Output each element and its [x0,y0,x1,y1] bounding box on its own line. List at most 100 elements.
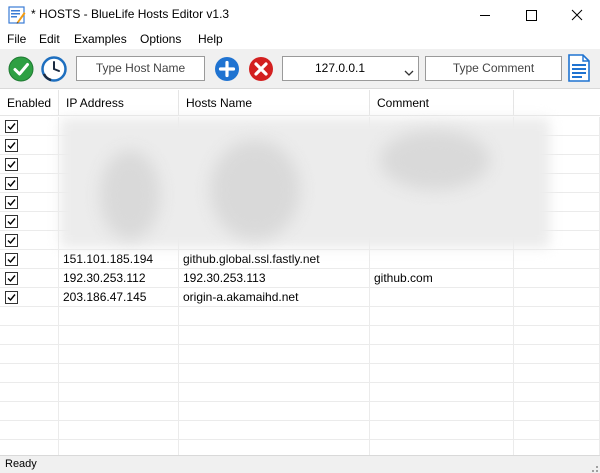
table-header: Enabled IP Address Hosts Name Comment [0,90,600,116]
table-row[interactable]: 203.186.47.145 origin-a.akamaihd.net [0,288,600,307]
empty-row [0,440,600,455]
column-enabled[interactable]: Enabled [0,90,59,116]
empty-row [0,421,600,440]
menu-help[interactable]: Help [198,32,223,46]
enabled-checkbox[interactable] [5,120,18,133]
empty-cell [514,307,600,326]
empty-cell [514,269,600,288]
table-row[interactable]: 192.30.253.112 192.30.253.113 github.com [0,269,600,288]
title-bar: * HOSTS - BlueLife Hosts Editor v1.3 [0,0,600,30]
enabled-checkbox[interactable] [5,253,18,266]
empty-cell [0,383,59,402]
comment-cell [370,250,514,269]
host-name-cell: github.global.ssl.fastly.net [179,250,370,269]
empty-cell [59,326,179,345]
empty-cell [370,307,514,326]
empty-cell [514,288,600,307]
empty-cell [514,326,600,345]
empty-cell [0,326,59,345]
enabled-cell [0,231,59,250]
ip-address-cell: 151.101.185.194 [59,250,179,269]
empty-cell [179,421,370,440]
enabled-checkbox[interactable] [5,291,18,304]
empty-cell [179,307,370,326]
checkmark-icon [7,180,16,188]
window-title: * HOSTS - BlueLife Hosts Editor v1.3 [31,7,230,21]
column-hosts-name[interactable]: Hosts Name [179,90,370,116]
menu-bar: File Edit Examples Options Help [0,30,600,49]
menu-file[interactable]: File [7,32,26,46]
checkmark-icon [7,256,16,264]
enabled-checkbox[interactable] [5,158,18,171]
clock-history-icon [41,56,67,82]
empty-cell [0,440,59,455]
empty-cell [370,402,514,421]
empty-cell [179,364,370,383]
checkmark-icon [7,294,16,302]
status-text: Ready [5,458,37,470]
empty-cell [59,364,179,383]
save-button[interactable] [8,56,34,82]
delete-button[interactable] [248,56,274,82]
resize-grip-icon[interactable] [588,461,598,472]
enabled-cell [0,288,59,307]
minimize-button[interactable] [462,0,508,30]
ip-address-select[interactable]: 127.0.0.1 [282,56,419,81]
empty-cell [514,383,600,402]
empty-cell [59,383,179,402]
empty-cell [179,345,370,364]
empty-cell [514,402,600,421]
app-icon [8,6,26,24]
maximize-button[interactable] [508,0,554,30]
enabled-cell [0,117,59,136]
empty-cell [514,421,600,440]
menu-edit[interactable]: Edit [39,32,60,46]
notes-button[interactable] [566,54,592,82]
add-icon [215,57,239,81]
table-row[interactable]: 151.101.185.194 github.global.ssl.fastly.… [0,250,600,269]
checkmark-icon [7,237,16,245]
empty-cell [514,345,600,364]
empty-cell [370,345,514,364]
ip-address-cell: 192.30.253.112 [59,269,179,288]
column-comment[interactable]: Comment [370,90,514,116]
enabled-checkbox[interactable] [5,272,18,285]
add-button[interactable] [214,56,240,82]
check-save-icon [8,56,34,82]
history-button[interactable] [41,56,67,82]
blurred-region [380,130,490,190]
host-name-input[interactable]: Type Host Name [76,56,205,81]
delete-icon [249,57,273,81]
enabled-cell [0,250,59,269]
empty-cell [370,364,514,383]
enabled-checkbox[interactable] [5,196,18,209]
empty-row [0,402,600,421]
checkmark-icon [7,199,16,207]
enabled-cell [0,155,59,174]
empty-cell [59,440,179,455]
ip-address-value: 127.0.0.1 [315,61,366,75]
checkmark-icon [7,142,16,150]
enabled-checkbox[interactable] [5,139,18,152]
menu-examples[interactable]: Examples [74,32,127,46]
enabled-checkbox[interactable] [5,215,18,228]
blurred-region [100,150,160,240]
checkmark-icon [7,123,16,131]
menu-options[interactable]: Options [140,32,181,46]
empty-row [0,345,600,364]
comment-cell [370,288,514,307]
host-name-cell: 192.30.253.113 [179,269,370,288]
enabled-checkbox[interactable] [5,177,18,190]
empty-cell [370,440,514,455]
empty-cell [0,345,59,364]
enabled-checkbox[interactable] [5,234,18,247]
enabled-cell [0,136,59,155]
comment-cell: github.com [370,269,514,288]
empty-cell [179,440,370,455]
column-ip-address[interactable]: IP Address [59,90,179,116]
empty-cell [59,402,179,421]
enabled-cell [0,193,59,212]
empty-row [0,326,600,345]
close-button[interactable] [554,0,600,30]
comment-input[interactable]: Type Comment [425,56,562,81]
